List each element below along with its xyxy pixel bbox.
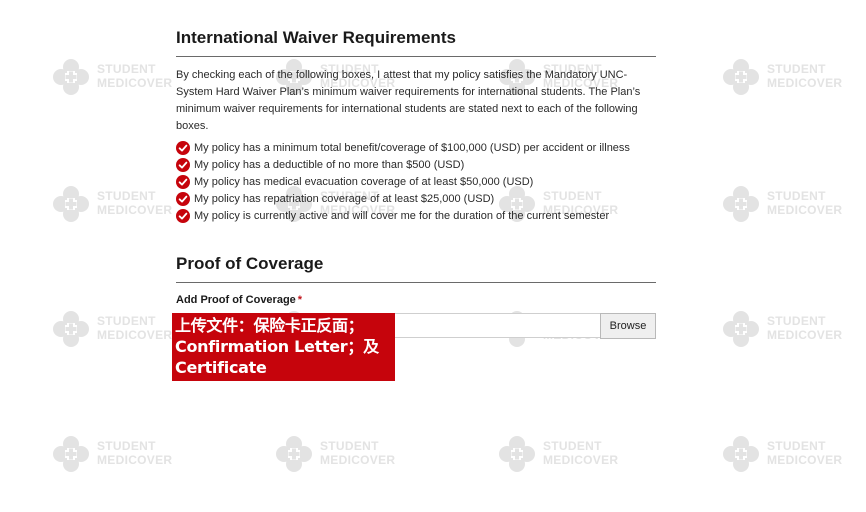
- proof-field-label: Add Proof of Coverage *: [176, 294, 302, 306]
- watermark-text: STUDENTMEDICOVER: [97, 439, 172, 467]
- watermark-text: STUDENTMEDICOVER: [543, 439, 618, 467]
- clover-logo-icon: [53, 186, 89, 222]
- watermark-logo: STUDENTMEDICOVER: [722, 310, 842, 350]
- browse-button[interactable]: Browse: [600, 313, 656, 339]
- watermark-line: MEDICOVER: [97, 328, 173, 342]
- waiver-title-divider: [176, 56, 656, 57]
- watermark-logo: STUDENTMEDICOVER: [722, 185, 842, 225]
- clover-logo-icon: [499, 436, 535, 472]
- watermark-text: STUDENTMEDICOVER: [97, 189, 172, 217]
- annotation-line: Certificate: [175, 358, 267, 377]
- watermark-line: MEDICOVER: [767, 453, 843, 467]
- watermark-logo: STUDENTMEDICOVER: [275, 435, 395, 475]
- watermark-line: MEDICOVER: [320, 453, 396, 467]
- checklist-item[interactable]: My policy has medical evacuation coverag…: [176, 173, 630, 190]
- proof-field-label-text: Add Proof of Coverage: [176, 294, 296, 306]
- waiver-section-title: International Waiver Requirements: [176, 28, 456, 47]
- watermark-text: STUDENTMEDICOVER: [320, 439, 395, 467]
- check-circle-icon[interactable]: [176, 191, 190, 206]
- check-circle-icon[interactable]: [176, 208, 190, 223]
- watermark-logo: STUDENTMEDICOVER: [52, 310, 172, 350]
- clover-logo-icon: [276, 436, 312, 472]
- clover-logo-icon: [723, 59, 759, 95]
- watermark-line: STUDENT: [97, 189, 156, 203]
- watermark-text: STUDENTMEDICOVER: [767, 189, 842, 217]
- watermark-line: MEDICOVER: [767, 76, 843, 90]
- check-circle-icon[interactable]: [176, 140, 190, 155]
- checklist-item-label: My policy has a deductible of no more th…: [194, 158, 465, 171]
- watermark-line: MEDICOVER: [767, 328, 843, 342]
- proof-section-title: Proof of Coverage: [176, 254, 324, 273]
- checklist-item[interactable]: My policy has a minimum total benefit/co…: [176, 139, 630, 156]
- waiver-intro-text: By checking each of the following boxes,…: [176, 69, 641, 132]
- watermark-line: MEDICOVER: [97, 76, 173, 90]
- watermark-line: STUDENT: [97, 62, 156, 76]
- check-circle-icon[interactable]: [176, 157, 190, 172]
- watermark-text: STUDENTMEDICOVER: [97, 62, 172, 90]
- checklist-item-label: My policy has medical evacuation coverag…: [194, 175, 534, 188]
- watermark-logo: STUDENTMEDICOVER: [52, 58, 172, 98]
- watermark-logo: STUDENTMEDICOVER: [52, 185, 172, 225]
- checklist-item[interactable]: My policy has repatriation coverage of a…: [176, 190, 630, 207]
- watermark-line: STUDENT: [767, 314, 826, 328]
- watermark-text: STUDENTMEDICOVER: [97, 314, 172, 342]
- watermark-line: STUDENT: [97, 314, 156, 328]
- checklist-item[interactable]: My policy is currently active and will c…: [176, 207, 630, 224]
- watermark-line: MEDICOVER: [767, 203, 843, 217]
- watermark-line: STUDENT: [767, 439, 826, 453]
- checklist-item-label: My policy is currently active and will c…: [194, 209, 610, 222]
- watermark-line: MEDICOVER: [543, 453, 619, 467]
- watermark-line: STUDENT: [97, 439, 156, 453]
- checklist-item-label: My policy has a minimum total benefit/co…: [194, 141, 630, 154]
- waiver-checklist: My policy has a minimum total benefit/co…: [176, 139, 630, 224]
- watermark-logo: STUDENTMEDICOVER: [498, 435, 618, 475]
- annotation-line: 上传文件：保险卡正反面；: [175, 316, 364, 335]
- proof-title-divider: [176, 282, 656, 283]
- watermark-text: STUDENTMEDICOVER: [767, 439, 842, 467]
- clover-logo-icon: [53, 436, 89, 472]
- watermark-line: STUDENT: [543, 439, 602, 453]
- clover-logo-icon: [53, 59, 89, 95]
- annotation-line: Confirmation Letter；及: [175, 337, 379, 356]
- clover-logo-icon: [53, 311, 89, 347]
- watermark-line: STUDENT: [767, 62, 826, 76]
- watermark-line: MEDICOVER: [97, 203, 173, 217]
- clover-logo-icon: [723, 436, 759, 472]
- watermark-text: STUDENTMEDICOVER: [767, 314, 842, 342]
- watermark-text: STUDENTMEDICOVER: [767, 62, 842, 90]
- watermark-line: STUDENT: [320, 439, 379, 453]
- check-circle-icon[interactable]: [176, 174, 190, 189]
- watermark-line: STUDENT: [767, 189, 826, 203]
- watermark-logo: STUDENTMEDICOVER: [722, 58, 842, 98]
- watermark-line: MEDICOVER: [97, 453, 173, 467]
- watermark-logo: STUDENTMEDICOVER: [52, 435, 172, 475]
- clover-logo-icon: [723, 311, 759, 347]
- clover-logo-icon: [723, 186, 759, 222]
- watermark-logo: STUDENTMEDICOVER: [722, 435, 842, 475]
- checklist-item[interactable]: My policy has a deductible of no more th…: [176, 156, 630, 173]
- required-asterisk: *: [297, 294, 303, 306]
- annotation-overlay: 上传文件：保险卡正反面； Confirmation Letter；及 Certi…: [172, 313, 395, 381]
- checklist-item-label: My policy has repatriation coverage of a…: [194, 192, 495, 205]
